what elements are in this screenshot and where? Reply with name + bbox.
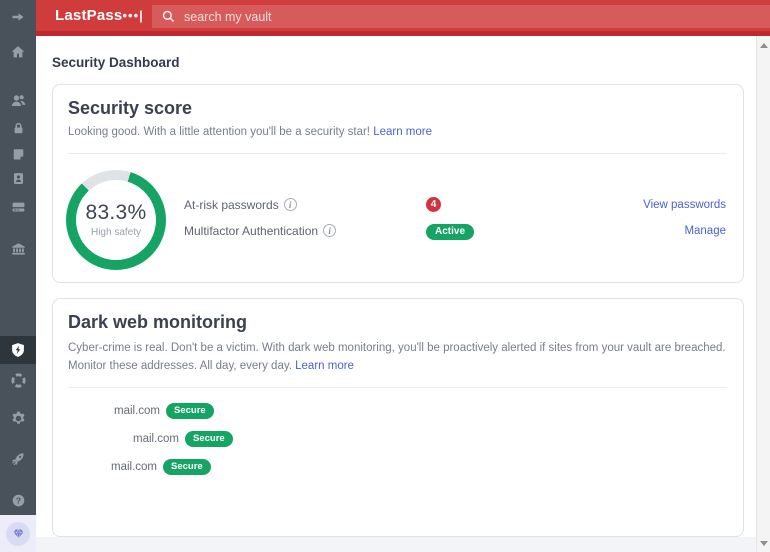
expand-arrow-icon [10, 9, 26, 25]
note-icon [11, 147, 26, 162]
vault-search-bar[interactable] [152, 5, 770, 28]
info-icon[interactable]: i [323, 224, 336, 237]
triangle-down-icon [760, 541, 768, 546]
email-address: mail.com [114, 405, 160, 417]
sidebar-item-passwords[interactable] [0, 114, 36, 142]
gear-icon [10, 410, 27, 427]
score-caption: High safety [91, 227, 141, 238]
scroll-up-arrow[interactable] [757, 38, 770, 52]
at-risk-passwords-row: At-risk passwords i 4 View passwords [184, 192, 726, 218]
sidebar-expand-button[interactable] [0, 3, 36, 31]
secure-status-badge: Secure [185, 431, 233, 447]
security-shield-bolt-icon [10, 342, 26, 358]
sidebar-item-identities[interactable] [0, 86, 36, 114]
monitored-email-row: mail.com Secure [67, 397, 743, 425]
monitored-email-row: mail.com Secure [67, 425, 743, 453]
premium-gem-icon [6, 522, 30, 546]
dark-web-learn-more-link[interactable]: Learn more [295, 360, 354, 372]
manage-link[interactable]: Manage [684, 225, 726, 237]
at-risk-count-badge: 4 [426, 197, 441, 212]
dark-web-title: Dark web monitoring [68, 312, 727, 333]
sidebar-item-addresses[interactable] [0, 164, 36, 192]
sidebar-item-help[interactable]: ? [0, 486, 36, 514]
sidebar-item-payment-cards[interactable] [0, 192, 36, 220]
home-icon [10, 44, 26, 60]
search-icon [161, 9, 176, 24]
secure-status-badge: Secure [166, 403, 214, 419]
triangle-up-icon [760, 43, 768, 48]
email-address: mail.com [133, 433, 179, 445]
email-address: mail.com [111, 461, 157, 473]
lastpass-vault-app: ? LastPass•••| Security Dashboard Securi… [0, 0, 770, 552]
security-score-title: Security score [68, 98, 727, 119]
bank-icon [10, 240, 27, 257]
multifactor-row: Multifactor Authentication i Active Mana… [184, 218, 726, 244]
payment-card-icon [10, 198, 27, 215]
security-score-learn-more-link[interactable]: Learn more [373, 126, 432, 138]
scroll-down-arrow[interactable] [757, 536, 770, 550]
question-icon: ? [11, 493, 26, 508]
contact-card-icon [11, 171, 26, 186]
page-title: Security Dashboard [52, 55, 756, 70]
monitored-email-row: mail.com Secure [67, 453, 743, 481]
at-risk-passwords-label: At-risk passwords [184, 198, 279, 212]
rocket-icon [10, 450, 27, 467]
view-passwords-link[interactable]: View passwords [643, 199, 726, 211]
main-content: Security Dashboard Security score Lookin… [36, 36, 756, 552]
bottom-band [36, 537, 756, 552]
sidebar-item-security-dashboard[interactable] [0, 336, 36, 364]
lock-icon [11, 121, 26, 136]
sidebar-premium-section[interactable] [0, 515, 36, 552]
top-header: LastPass•••| [36, 0, 770, 36]
security-score-card: Security score Looking good. With a litt… [52, 84, 744, 283]
svg-text:?: ? [15, 495, 20, 505]
sidebar: ? [0, 0, 36, 552]
dark-web-monitoring-card: Dark web monitoring Cyber-crime is real.… [52, 298, 744, 537]
logo-dots: •••| [122, 8, 143, 23]
sidebar-item-home[interactable] [0, 38, 36, 66]
monitored-emails-list: mail.com Secure mail.com Secure mail.com… [53, 388, 743, 481]
security-score-subtitle: Looking good. With a little attention yo… [68, 126, 370, 138]
lastpass-logo[interactable]: LastPass•••| [55, 7, 144, 24]
score-percent: 83.3% [85, 201, 146, 225]
sidebar-item-whats-new[interactable] [0, 444, 36, 472]
info-icon[interactable]: i [284, 198, 297, 211]
sidebar-item-settings[interactable] [0, 404, 36, 432]
multifactor-active-badge: Active [426, 224, 474, 240]
dark-web-description: Cyber-crime is real. Don't be a victim. … [68, 342, 726, 372]
vertical-scrollbar[interactable] [756, 36, 770, 552]
security-score-donut-chart: 83.3% High safety [66, 170, 166, 270]
search-input[interactable] [184, 10, 770, 24]
sidebar-item-sharing-center[interactable] [0, 366, 36, 394]
secure-status-badge: Secure [163, 459, 211, 475]
multifactor-label: Multifactor Authentication [184, 224, 318, 238]
identities-icon [10, 92, 27, 109]
sidebar-item-bank-accounts[interactable] [0, 234, 36, 262]
lifebuoy-ring-icon [10, 372, 27, 389]
